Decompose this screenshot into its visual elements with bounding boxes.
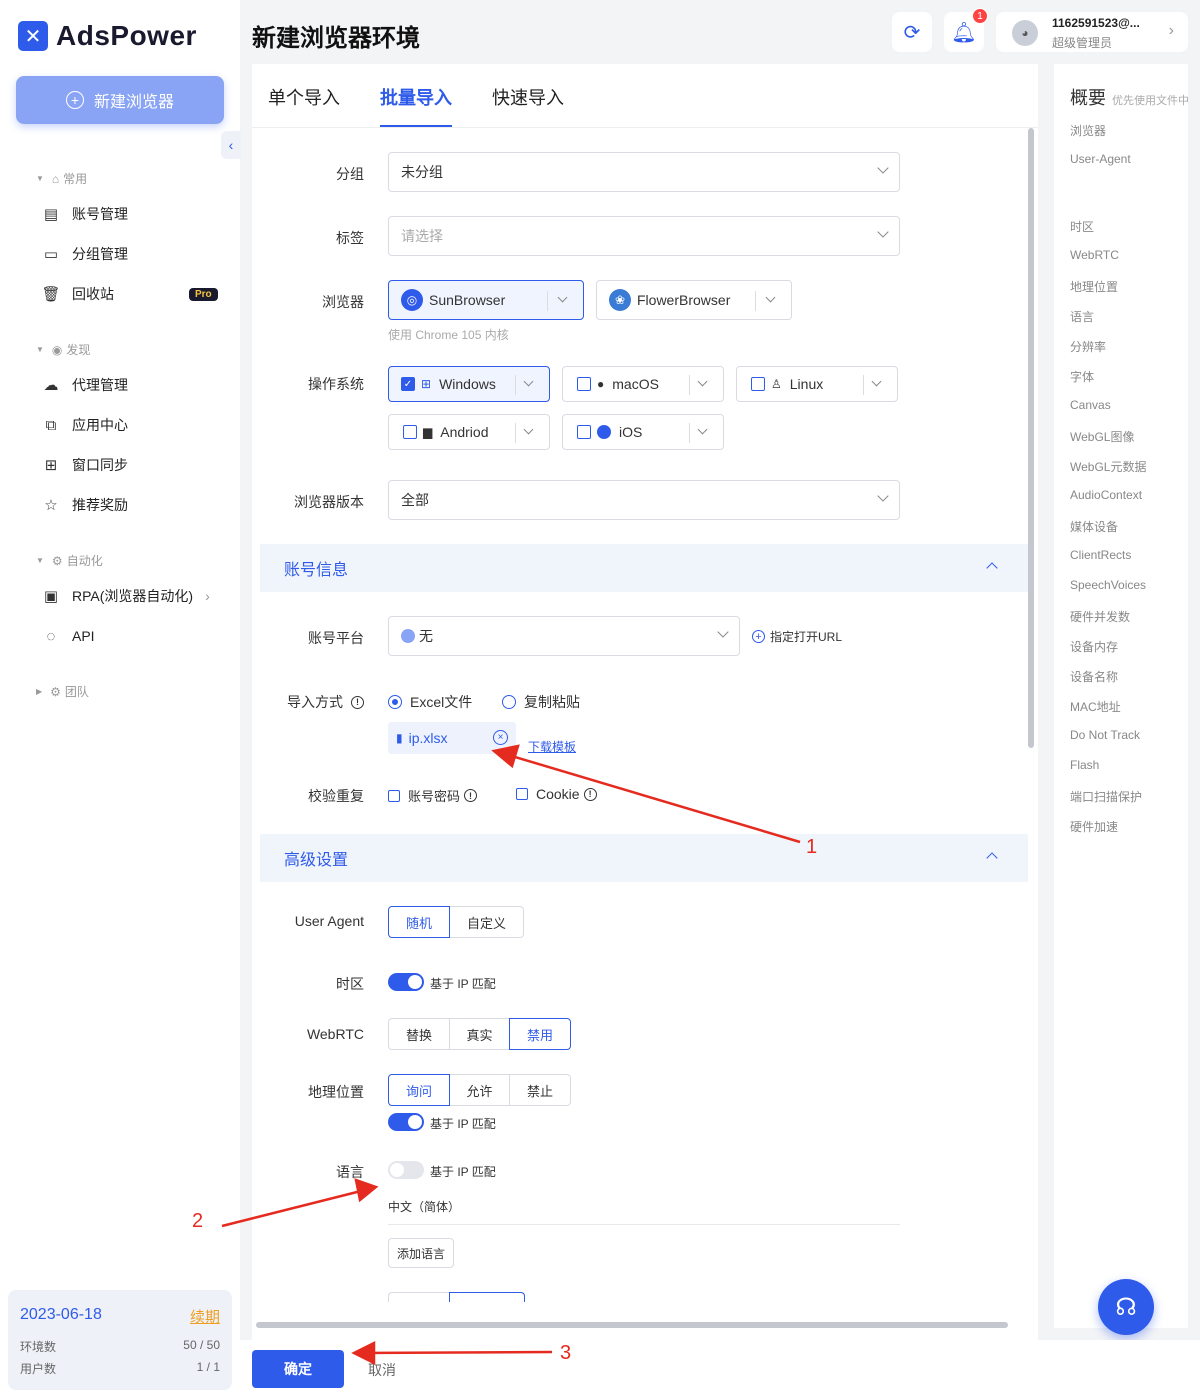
annotation-arrowhead-2 [354,1178,379,1203]
webrtc-disable[interactable]: 禁用 [509,1018,571,1050]
annotation-arrow-2 [221,1188,366,1228]
annotation-arrowhead-3 [351,1340,376,1366]
annotation-arrow-3 [364,1350,553,1355]
annotation-arrow-1 [504,752,801,844]
user-agent-random[interactable]: 随机 [388,906,450,938]
annotation-arrowhead-1 [491,744,520,769]
annotation-label-2: 2 [192,1210,204,1232]
geo-ask[interactable]: 询问 [388,1074,450,1106]
annotation-arrows [221,744,801,1366]
annotation-label-3: 3 [560,1342,572,1364]
annotation-label-1: 1 [806,836,818,858]
